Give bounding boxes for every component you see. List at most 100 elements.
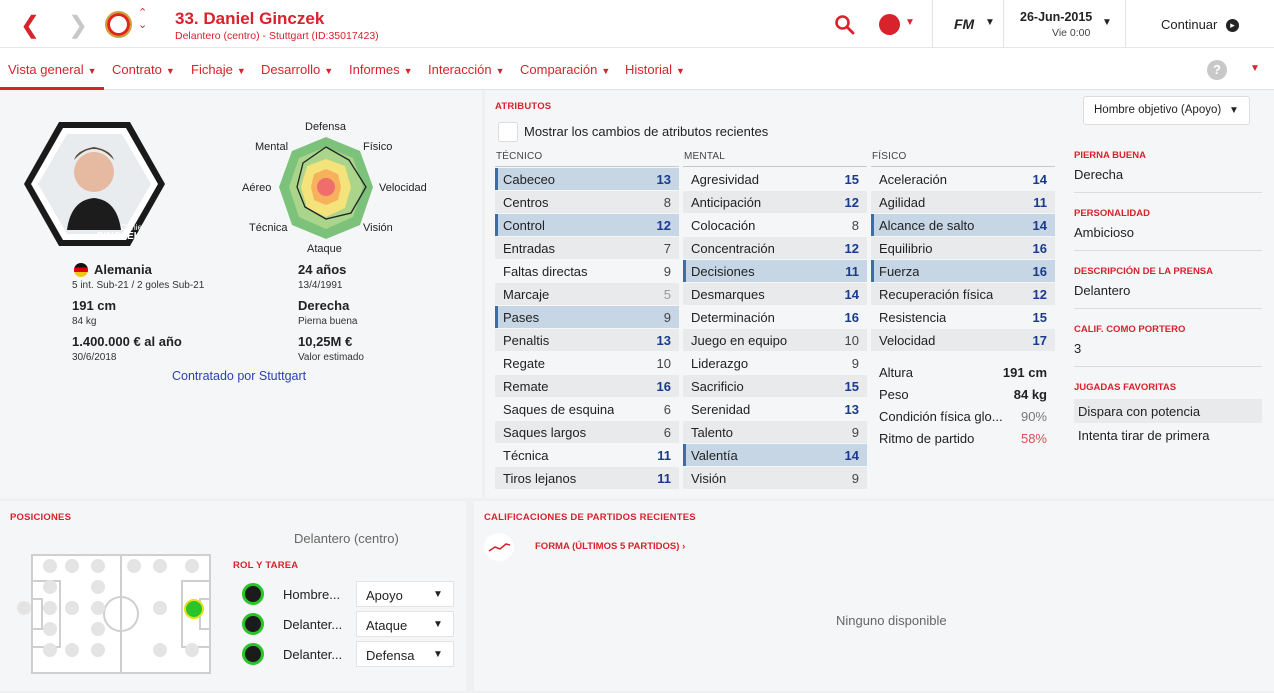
attribute-row[interactable]: Velocidad 17 bbox=[871, 329, 1055, 351]
attribute-value: 11 bbox=[657, 448, 671, 463]
physical-stat-value: 90% bbox=[1020, 409, 1047, 424]
attribute-row[interactable]: Alcance de salto 14 bbox=[871, 214, 1055, 236]
attribute-row[interactable]: Remate 16 bbox=[495, 375, 679, 397]
attribute-row[interactable]: Centros 8 bbox=[495, 191, 679, 213]
estimated-value-label: Valor estimado bbox=[298, 352, 364, 363]
show-changes-label[interactable]: Mostrar los cambios de atributos recient… bbox=[524, 124, 768, 139]
attribute-value: 11 bbox=[845, 264, 859, 279]
attribute-row[interactable]: Anticipación 12 bbox=[683, 191, 867, 213]
date-menu-chevron-icon[interactable]: ▼ bbox=[1102, 17, 1112, 28]
attributes-title: ATRIBUTOS bbox=[495, 101, 552, 112]
attribute-row[interactable]: Marcaje 5 bbox=[495, 283, 679, 305]
attribute-row[interactable]: Agresividad 15 bbox=[683, 168, 867, 190]
show-changes-checkbox[interactable] bbox=[498, 122, 518, 142]
attribute-row[interactable]: Visión 9 bbox=[683, 467, 867, 489]
role-name[interactable]: Delanter... bbox=[283, 617, 342, 632]
attribute-view-select[interactable]: Hombre objetivo (Apoyo) ▼ bbox=[1083, 96, 1250, 125]
globe-menu-chevron-icon[interactable]: ▼ bbox=[905, 17, 915, 28]
attribute-row[interactable]: Agilidad 11 bbox=[871, 191, 1055, 213]
tab-interaccion[interactable]: Interacción ▼ bbox=[428, 62, 505, 77]
attribute-row[interactable]: Tiros lejanos 11 bbox=[495, 467, 679, 489]
tab-vista-general[interactable]: Vista general ▼ bbox=[8, 62, 97, 77]
back-arrow-icon[interactable]: ❮ bbox=[20, 11, 40, 40]
duty-select[interactable]: Ataque ▼ bbox=[356, 611, 454, 637]
duty-select[interactable]: Apoyo ▼ bbox=[356, 581, 454, 607]
tab-comparacion[interactable]: Comparación ▼ bbox=[520, 62, 610, 77]
attribute-row[interactable]: Pases 9 bbox=[495, 306, 679, 328]
attribute-value: 14 bbox=[1032, 172, 1047, 187]
attribute-row[interactable]: Juego en equipo 10 bbox=[683, 329, 867, 351]
attribute-row[interactable]: Saques de esquina 6 bbox=[495, 398, 679, 420]
attribute-row[interactable]: Recuperación física 12 bbox=[871, 283, 1055, 305]
positions-panel: POSICIONES Delantero (centro) ROL Y TARE… bbox=[0, 501, 466, 691]
attribute-row[interactable]: Determinación 16 bbox=[683, 306, 867, 328]
attribute-value: 13 bbox=[844, 402, 859, 417]
role-name[interactable]: Delanter... bbox=[283, 647, 342, 662]
role-name[interactable]: Hombre... bbox=[283, 587, 340, 602]
column-header-mental: MENTAL bbox=[684, 151, 726, 162]
tab-desarrollo[interactable]: Desarrollo ▼ bbox=[261, 62, 333, 77]
tab-contrato[interactable]: Contrato ▼ bbox=[112, 62, 175, 77]
attribute-value: 16 bbox=[1032, 241, 1047, 256]
attribute-row[interactable]: Liderazgo 9 bbox=[683, 352, 867, 374]
attribute-row[interactable]: Equilibrio 16 bbox=[871, 237, 1055, 259]
globe-icon[interactable] bbox=[879, 14, 900, 35]
attribute-name: Remate bbox=[503, 379, 549, 394]
role-suitability-icon bbox=[242, 613, 264, 635]
attribute-row[interactable]: Penaltis 13 bbox=[495, 329, 679, 351]
search-icon[interactable] bbox=[834, 14, 856, 36]
height-value: 191 cm bbox=[72, 298, 117, 313]
contracted-by-link[interactable]: Contratado por Stuttgart bbox=[172, 369, 306, 383]
attribute-row[interactable]: Control 12 bbox=[495, 214, 679, 236]
tab-fichaje[interactable]: Fichaje ▼ bbox=[191, 62, 246, 77]
attribute-value: 15 bbox=[844, 172, 859, 187]
foot-label: Pierna buena bbox=[298, 316, 358, 327]
attribute-row[interactable]: Fuerza 16 bbox=[871, 260, 1055, 282]
attribute-value: 12 bbox=[844, 195, 859, 210]
form-last-5-link[interactable]: FORMA (ÚLTIMOS 5 PARTIDOS) › bbox=[535, 541, 685, 552]
nav-more-chevron-icon[interactable]: ▼ bbox=[1250, 63, 1260, 74]
attribute-row[interactable]: Decisiones 11 bbox=[683, 260, 867, 282]
attribute-value: 13 bbox=[656, 172, 671, 187]
favourite-moves-label: JUGADAS FAVORITAS bbox=[1074, 382, 1177, 393]
continue-button[interactable]: Continuar bbox=[1161, 17, 1217, 32]
attribute-value: 15 bbox=[844, 379, 859, 394]
attribute-row[interactable]: Saques largos 6 bbox=[495, 421, 679, 443]
attribute-name: Recuperación física bbox=[879, 287, 994, 302]
tab-historial[interactable]: Historial ▼ bbox=[625, 62, 685, 77]
forward-arrow-icon[interactable]: ❯ bbox=[68, 11, 88, 40]
duty-select[interactable]: Defensa ▼ bbox=[356, 641, 454, 667]
attribute-row[interactable]: Valentía 14 bbox=[683, 444, 867, 466]
continue-arrow-icon[interactable]: ▸ bbox=[1226, 19, 1239, 32]
attribute-row[interactable]: Sacrificio 15 bbox=[683, 375, 867, 397]
fm-menu-chevron-icon[interactable]: ▼ bbox=[985, 17, 995, 28]
help-icon[interactable]: ? bbox=[1207, 60, 1227, 80]
fm-logo[interactable]: FM bbox=[954, 16, 974, 32]
attribute-row[interactable]: Regate 10 bbox=[495, 352, 679, 374]
attribute-row[interactable]: Aceleración 14 bbox=[871, 168, 1055, 190]
player-subtitle[interactable]: Delantero (centro) - Stuttgart (ID:35017… bbox=[175, 30, 379, 42]
top-bar: ❮ ❯ ⌃ ⌄ 33. Daniel Ginczek Delantero (cen… bbox=[0, 0, 1274, 48]
attribute-name: Velocidad bbox=[879, 333, 936, 348]
attribute-row[interactable]: Colocación 8 bbox=[683, 214, 867, 236]
attribute-row[interactable]: Faltas directas 9 bbox=[495, 260, 679, 282]
tab-informes[interactable]: Informes ▼ bbox=[349, 62, 413, 77]
player-up-down-icon[interactable]: ⌃ ⌄ bbox=[138, 7, 147, 31]
attribute-row[interactable]: Cabeceo 13 bbox=[495, 168, 679, 190]
attribute-value: 14 bbox=[1032, 218, 1047, 233]
attribute-name: Regate bbox=[503, 356, 545, 371]
attribute-row[interactable]: Entradas 7 bbox=[495, 237, 679, 259]
attribute-row[interactable]: Técnica 11 bbox=[495, 444, 679, 466]
attribute-row[interactable]: Serenidad 13 bbox=[683, 398, 867, 420]
attribute-name: Penaltis bbox=[503, 333, 550, 348]
attribute-name: Talento bbox=[691, 425, 733, 440]
press-description-label: DESCRIPCIÓN DE LA PRENSA bbox=[1074, 266, 1213, 277]
attribute-name: Decisiones bbox=[691, 264, 755, 279]
nationality[interactable]: Alemania bbox=[94, 262, 152, 277]
attribute-row[interactable]: Talento 9 bbox=[683, 421, 867, 443]
attribute-row[interactable]: Concentración 12 bbox=[683, 237, 867, 259]
attribute-row[interactable]: Resistencia 15 bbox=[871, 306, 1055, 328]
attribute-value: 8 bbox=[851, 218, 859, 233]
game-date[interactable]: 26-Jun-2015 bbox=[1020, 10, 1092, 24]
attribute-row[interactable]: Desmarques 14 bbox=[683, 283, 867, 305]
